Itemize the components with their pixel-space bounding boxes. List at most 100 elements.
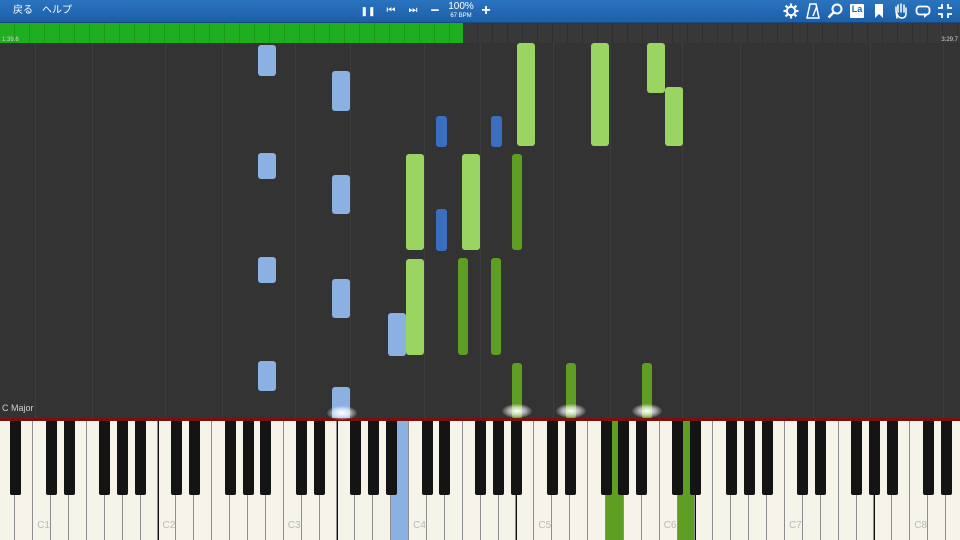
falling-note (406, 154, 424, 250)
octave-label: C3 (287, 520, 301, 531)
hand-icon[interactable] (893, 3, 909, 19)
black-key[interactable] (296, 421, 308, 495)
next-button[interactable]: ⏭ (405, 2, 421, 20)
note-label-text: La (851, 4, 863, 14)
black-key[interactable] (117, 421, 129, 495)
falling-note (458, 258, 468, 355)
grid-line (92, 43, 93, 419)
grid-line (553, 43, 554, 419)
falling-note (258, 361, 276, 391)
black-key[interactable] (600, 421, 612, 495)
falling-note (647, 43, 665, 93)
falling-note (332, 175, 350, 214)
black-key[interactable] (135, 421, 147, 495)
octave-label: C1 (37, 520, 50, 531)
black-key[interactable] (421, 421, 433, 495)
black-key[interactable] (170, 421, 182, 495)
key-hit-glow (502, 404, 532, 418)
black-key[interactable] (260, 421, 272, 495)
black-key[interactable] (725, 421, 737, 495)
settings-icon[interactable] (783, 3, 799, 19)
back-button[interactable]: 戻る (13, 4, 33, 18)
black-key[interactable] (869, 421, 880, 495)
grid-line (424, 43, 425, 419)
octave-label: C4 (413, 520, 426, 531)
falling-note (491, 258, 501, 355)
black-key[interactable] (672, 421, 684, 495)
progress-fill (0, 23, 463, 43)
falling-note (258, 257, 276, 283)
black-key[interactable] (851, 421, 863, 495)
falling-note (491, 116, 502, 147)
piano-keyboard[interactable]: C1 C2 C3 C4 C5 C6 C7 C8 (0, 421, 960, 540)
octave-label: C7 (789, 520, 802, 531)
black-key[interactable] (349, 421, 361, 495)
black-key[interactable] (690, 421, 701, 495)
note-label-icon[interactable]: La (849, 3, 865, 19)
grid-line (165, 43, 166, 419)
zoom-out-button[interactable]: − (427, 2, 443, 20)
black-key[interactable] (922, 421, 934, 495)
grid-line (295, 43, 296, 419)
grid-line (610, 43, 611, 419)
falling-note (512, 154, 522, 250)
black-key[interactable] (564, 421, 576, 495)
bookmark-icon[interactable] (871, 3, 887, 19)
octave-label: C5 (538, 520, 552, 531)
black-key[interactable] (546, 421, 558, 495)
black-key[interactable] (493, 421, 505, 495)
black-key[interactable] (242, 421, 254, 495)
search-icon[interactable] (827, 3, 843, 19)
black-key[interactable] (761, 421, 773, 495)
key-signature-label: C Major (2, 403, 34, 413)
key-hit-glow (327, 406, 357, 420)
black-key[interactable] (511, 421, 522, 495)
falling-note (665, 87, 683, 146)
black-key[interactable] (367, 421, 379, 495)
black-key[interactable] (188, 421, 200, 495)
key-hit-glow (556, 404, 586, 418)
previous-button[interactable]: ⏮ (383, 2, 399, 20)
black-key[interactable] (475, 421, 487, 495)
black-key[interactable] (636, 421, 648, 495)
falling-note (388, 313, 406, 356)
grid-line (943, 43, 944, 419)
pause-button[interactable]: ❚❚ (360, 2, 376, 20)
falling-note (591, 43, 609, 146)
loop-icon[interactable] (915, 3, 931, 19)
black-key[interactable] (9, 421, 21, 495)
black-key[interactable] (314, 421, 326, 495)
black-key[interactable] (797, 421, 809, 495)
black-key[interactable] (385, 421, 397, 495)
black-key[interactable] (743, 421, 755, 495)
zoom-readout: 100% 67 BPM (444, 1, 478, 20)
falling-notes-area (0, 43, 960, 419)
help-button[interactable]: ヘルプ (42, 4, 72, 18)
falling-note (406, 259, 424, 355)
black-key[interactable] (224, 421, 236, 495)
black-key[interactable] (886, 421, 898, 495)
falling-note (258, 45, 276, 76)
black-key[interactable] (815, 421, 827, 495)
black-key[interactable] (63, 421, 75, 495)
falling-note (332, 71, 350, 111)
black-key[interactable] (940, 421, 952, 495)
grid-line (350, 43, 351, 419)
grid-line (222, 43, 223, 419)
grid-line (740, 43, 741, 419)
black-key[interactable] (439, 421, 451, 495)
falling-note (517, 43, 535, 146)
zoom-in-button[interactable]: + (478, 2, 494, 20)
falling-note (258, 153, 276, 179)
grid-line (480, 43, 481, 419)
metronome-icon[interactable] (805, 3, 821, 19)
octave-label: C8 (914, 520, 928, 531)
black-key[interactable] (45, 421, 57, 495)
progress-bar[interactable]: 1:39.6 3:29.7 (0, 23, 960, 43)
black-key[interactable] (99, 421, 111, 495)
toolbar: 戻る ヘルプ ❚❚ ⏮ ⏭ − 100% 67 BPM + La (0, 0, 960, 23)
black-key[interactable] (618, 421, 630, 495)
octave-label: C2 (162, 520, 176, 531)
falling-note (332, 279, 350, 318)
fullscreen-icon[interactable] (937, 3, 953, 19)
